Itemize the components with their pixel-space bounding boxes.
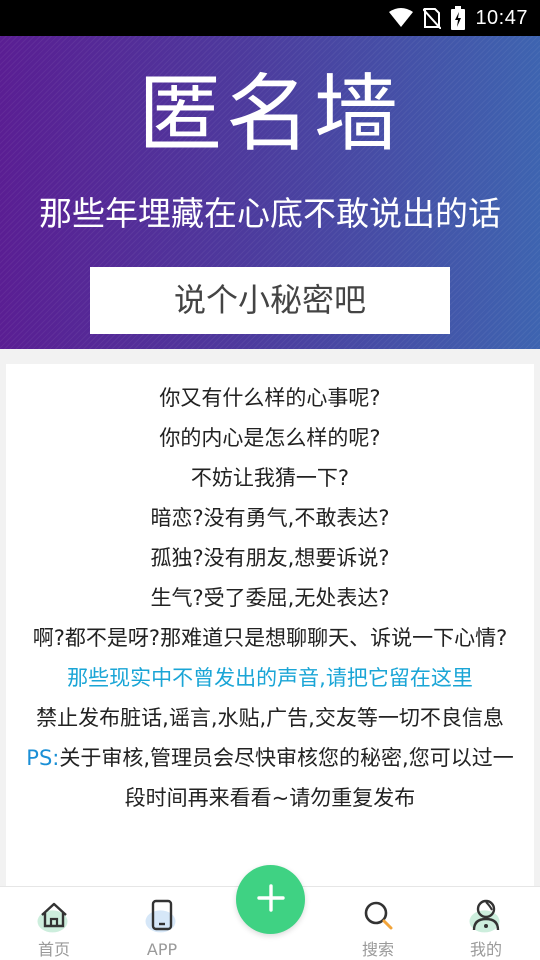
nav-item-home[interactable]: 首页 xyxy=(0,887,108,960)
intro-line: 啊?都不是呀?那难道只是想聊聊天、诉说一下心情? xyxy=(32,626,508,650)
ps-text: 关于审核,管理员会尽快审核您的秘密,您可以过一段时间再来看看~请勿重复发布 xyxy=(59,746,514,810)
nav-item-search[interactable]: 搜索 xyxy=(324,887,432,960)
nav-item-app[interactable]: APP xyxy=(108,887,216,960)
profile-icon xyxy=(470,898,502,936)
nav-label-search: 搜索 xyxy=(361,940,394,959)
status-bar: 10:47 xyxy=(0,0,540,36)
nav-label-home: 首页 xyxy=(37,940,70,959)
header-banner: 匿名墙 那些年埋藏在心底不敢说出的话 说个小秘密吧 xyxy=(0,36,540,349)
plus-icon xyxy=(256,883,286,916)
page-title: 匿名墙 xyxy=(137,65,402,163)
status-time: 10:47 xyxy=(475,6,528,29)
intro-line: 不妨让我猜一下? xyxy=(190,466,350,490)
rules-line: 禁止发布脏话,谣言,水贴,广告,交友等一切不良信息 xyxy=(36,706,504,730)
no-sim-icon xyxy=(423,7,442,29)
battery-charging-icon xyxy=(451,6,466,30)
intro-line: 孤独?没有朋友,想要诉说? xyxy=(150,546,390,570)
intro-line: 暗恋?没有勇气,不敢表达? xyxy=(150,506,390,530)
intro-line: 你的内心是怎么样的呢? xyxy=(159,426,381,450)
ps-line: PS:关于审核,管理员会尽快审核您的秘密,您可以过一段时间再来看看~请勿重复发布 xyxy=(20,738,520,818)
nav-item-mine[interactable]: 我的 xyxy=(432,887,540,960)
page-subtitle: 那些年埋藏在心底不敢说出的话 xyxy=(39,194,501,233)
nav-label-app: APP xyxy=(146,940,178,959)
tell-secret-button[interactable]: 说个小秘密吧 xyxy=(90,267,450,334)
add-post-button[interactable] xyxy=(236,865,305,934)
wifi-icon xyxy=(389,8,414,28)
intro-card: 你又有什么样的心事呢? 你的内心是怎么样的呢? 不妨让我猜一下? 暗恋?没有勇气… xyxy=(6,364,534,886)
intro-line: 你又有什么样的心事呢? xyxy=(159,386,381,410)
intro-line: 生气?受了委屈,无处表达? xyxy=(150,586,390,610)
highlight-line: 那些现实中不曾发出的声音,请把它留在这里 xyxy=(67,666,473,690)
nav-label-mine: 我的 xyxy=(469,940,502,959)
search-icon xyxy=(362,899,394,935)
phone-icon xyxy=(151,899,173,935)
ps-label: PS: xyxy=(26,746,60,770)
home-icon xyxy=(39,901,69,933)
